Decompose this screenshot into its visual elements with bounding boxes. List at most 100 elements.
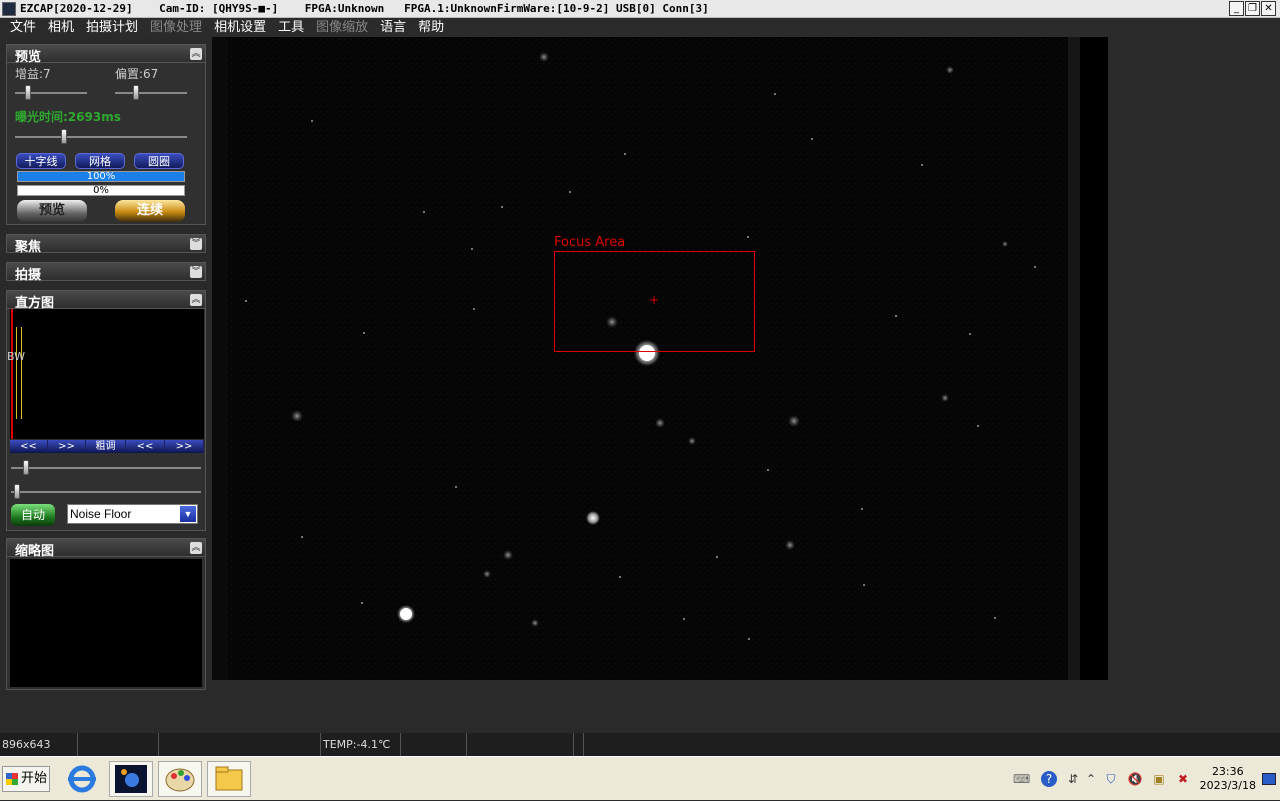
star-field-image xyxy=(212,37,1108,680)
safely-remove-icon[interactable]: ▣ xyxy=(1151,771,1167,787)
hist-left-low-button[interactable]: << xyxy=(10,440,48,453)
histogram-low-thumb[interactable] xyxy=(14,484,20,499)
hist-right-high-button[interactable]: >> xyxy=(165,440,204,453)
gain-slider-thumb[interactable] xyxy=(25,85,31,100)
minimize-button[interactable]: _ xyxy=(1229,1,1244,16)
menu-capture-plan[interactable]: 拍摄计划 xyxy=(80,18,144,37)
menu-camera-settings[interactable]: 相机设置 xyxy=(208,18,272,37)
network-disconnected-icon[interactable]: ✖ xyxy=(1175,771,1191,787)
menu-tools[interactable]: 工具 xyxy=(272,18,310,37)
clock-time: 23:36 xyxy=(1211,765,1244,778)
close-button[interactable]: ✕ xyxy=(1261,1,1276,16)
restore-button[interactable]: ❐ xyxy=(1245,1,1260,16)
focus-crosshair-icon: + xyxy=(649,293,660,307)
capture-panel-header[interactable]: 拍摄 ︾ xyxy=(6,262,206,283)
grid-button[interactable]: 网格 xyxy=(75,153,125,169)
histogram-high-thumb[interactable] xyxy=(23,460,29,475)
thumbnail-panel-body xyxy=(6,557,206,690)
status-cell xyxy=(401,733,467,756)
hist-coarse-button[interactable]: 粗调 xyxy=(86,440,126,453)
help-icon[interactable]: ? xyxy=(1041,771,1057,787)
status-resolution: 896x643 xyxy=(0,733,78,756)
focus-panel-header[interactable]: 聚焦 ︾ xyxy=(6,234,206,255)
exposure-slider-thumb[interactable] xyxy=(61,129,67,144)
histogram-black-marker xyxy=(11,309,13,439)
volume-muted-icon[interactable]: 🔇 xyxy=(1127,771,1143,787)
continuous-button[interactable]: 连续 xyxy=(115,200,185,222)
start-button[interactable]: 开始 xyxy=(2,766,50,792)
histogram-nav-bar: << >> 粗调 << >> xyxy=(10,440,204,454)
crosshair-button[interactable]: 十字线 xyxy=(16,153,66,169)
histogram-panel-header[interactable]: 直方图 ︽ xyxy=(6,290,206,311)
preview-button[interactable]: 预览 xyxy=(17,200,87,222)
menu-help[interactable]: 帮助 xyxy=(412,18,450,37)
menu-bar: 文件 相机 拍摄计划 图像处理 相机设置 工具 图像缩放 语言 帮助 xyxy=(0,18,1280,37)
internet-explorer-icon[interactable] xyxy=(60,761,104,797)
menu-file[interactable]: 文件 xyxy=(4,18,42,37)
system-clock[interactable]: 23:36 2023/3/18 xyxy=(1200,765,1256,793)
paint-icon[interactable] xyxy=(158,761,202,797)
windows-logo-icon xyxy=(6,773,18,785)
menu-image-processing[interactable]: 图像处理 xyxy=(144,18,208,37)
expand-icon[interactable]: ︾ xyxy=(190,266,202,278)
start-label: 开始 xyxy=(21,771,48,786)
hist-left-high-button[interactable]: << xyxy=(126,440,165,453)
star xyxy=(785,540,795,550)
title-bar: EZCAP[2020-12-29] Cam-ID: [QHY9S-■-] FPG… xyxy=(0,0,1280,18)
gain-slider[interactable] xyxy=(15,85,87,100)
menu-camera[interactable]: 相机 xyxy=(42,18,80,37)
thumbnail-panel-header[interactable]: 缩略图 ︽ xyxy=(6,538,206,559)
circle-button[interactable]: 圆圈 xyxy=(134,153,184,169)
gain-label: 增益:7 xyxy=(15,67,51,81)
preview-panel-header[interactable]: 预览 ︽ xyxy=(6,44,206,65)
star xyxy=(539,52,549,62)
star xyxy=(946,66,954,74)
histogram-canvas: BW xyxy=(7,309,204,439)
preview-panel-body: 增益:7 偏置:67 曝光时间:2693ms 十字线 网格 圆圈 100% 0%… xyxy=(6,63,206,225)
collapse-icon[interactable]: ︽ xyxy=(190,48,202,60)
auto-stretch-button[interactable]: 自动 xyxy=(11,504,55,526)
exposure-label: 曝光时间:2693ms xyxy=(15,110,121,124)
capture-panel-title: 拍摄 xyxy=(15,268,42,283)
shield-icon[interactable]: ⛉ xyxy=(1103,771,1119,787)
app-icon[interactable] xyxy=(2,2,16,16)
offset-slider-thumb[interactable] xyxy=(133,85,139,100)
star xyxy=(655,418,665,428)
stretch-mode-select[interactable]: Noise Floor ▼ xyxy=(67,504,198,524)
star xyxy=(941,394,949,402)
collapse-icon[interactable]: ︽ xyxy=(190,542,202,554)
star xyxy=(788,415,800,427)
collapse-icon[interactable]: ︽ xyxy=(190,294,202,306)
star xyxy=(531,619,539,627)
histogram-high-slider[interactable] xyxy=(11,460,201,475)
ezcap-taskbar-icon[interactable] xyxy=(109,761,153,797)
expand-icon[interactable]: ︾ xyxy=(190,238,202,250)
star xyxy=(483,570,491,578)
exposure-slider[interactable] xyxy=(15,129,187,144)
offset-slider[interactable] xyxy=(115,85,187,100)
menu-language[interactable]: 语言 xyxy=(374,18,412,37)
status-cell xyxy=(584,733,1280,756)
clock-date: 2023/3/18 xyxy=(1199,779,1256,792)
star xyxy=(291,410,303,422)
explorer-folder-icon[interactable] xyxy=(207,761,251,797)
chevron-down-icon[interactable]: ▼ xyxy=(180,506,196,522)
status-cell xyxy=(467,733,574,756)
hist-right-low-button[interactable]: >> xyxy=(48,440,86,453)
camera-frame[interactable]: Focus Area + xyxy=(212,37,1108,680)
progress-bar-2: 0% xyxy=(17,185,185,196)
tray-expand-icon[interactable]: ⌃ xyxy=(1083,771,1099,787)
stretch-mode-value: Noise Floor xyxy=(70,507,132,521)
progress-bar-1: 100% xyxy=(17,171,185,182)
thumbnail-view[interactable] xyxy=(10,559,202,687)
show-desktop-icon[interactable] xyxy=(1262,773,1276,785)
histogram-panel-body: BW << >> 粗调 << >> 自动 Noise Floor ▼ xyxy=(6,309,206,531)
status-bar: 896x643 TEMP:-4.1℃ xyxy=(0,733,1280,756)
focus-area-label: Focus Area xyxy=(554,235,626,250)
histogram-low-slider[interactable] xyxy=(11,484,201,499)
histogram-marker xyxy=(21,327,22,419)
menu-image-zoom[interactable]: 图像缩放 xyxy=(310,18,374,37)
keyboard-icon[interactable]: ⌨ xyxy=(1013,771,1030,787)
image-viewport[interactable]: Focus Area + xyxy=(212,37,1280,733)
input-switch-icon[interactable]: ⇵ xyxy=(1065,771,1081,787)
